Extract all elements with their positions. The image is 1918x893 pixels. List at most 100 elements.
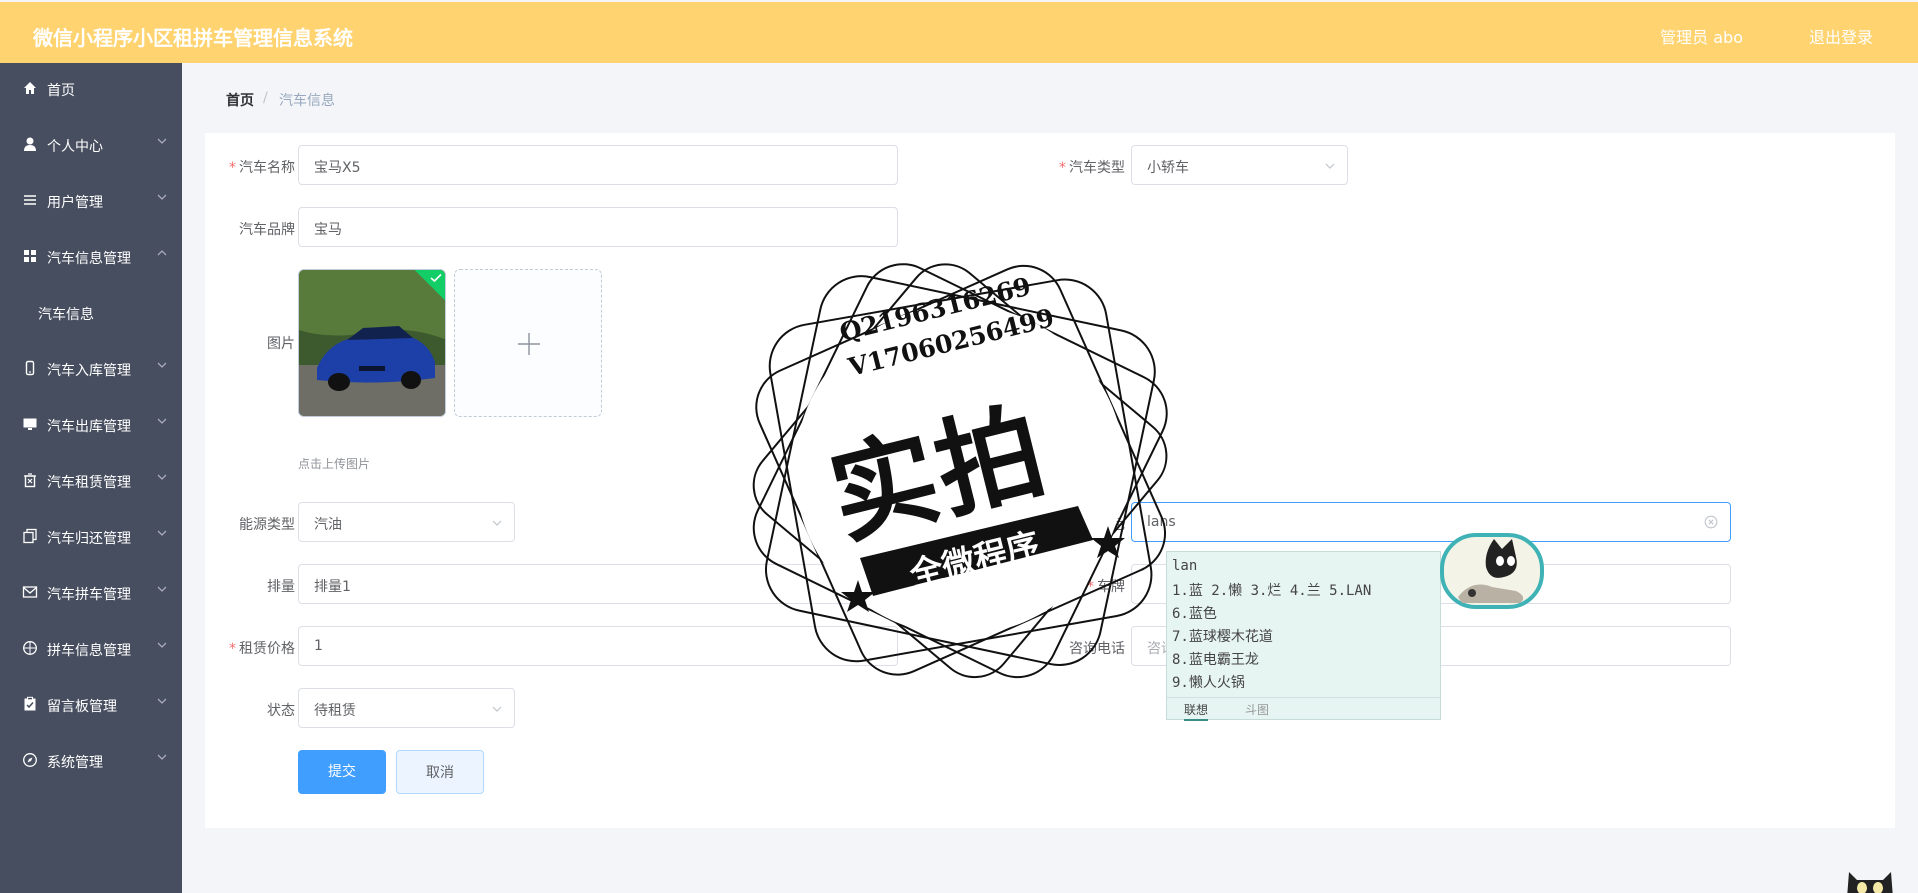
status-select[interactable]: 待租赁 [298, 688, 515, 728]
sidebar-item-label: 拼车信息管理 [47, 643, 131, 659]
sidebar-item-home[interactable]: 首页 [0, 67, 182, 111]
ime-candidate[interactable]: 7.蓝球樱木花道 [1172, 626, 1273, 646]
car-name-input[interactable]: 宝马X5 [298, 145, 898, 185]
sidebar-item-label: 首页 [47, 83, 75, 99]
status-label: 状态 [267, 703, 295, 719]
grid-icon [24, 250, 36, 262]
cat-mascot-icon [1847, 872, 1893, 893]
sidebar-item-car-info[interactable]: 汽车信息 [0, 291, 182, 335]
clear-icon[interactable] [1704, 515, 1718, 529]
submit-button[interactable]: 提交 [298, 750, 386, 794]
displacement-label: 排量 [267, 579, 295, 595]
energy-label: 能源类型 [239, 517, 295, 533]
ime-tabs: 联想 斗图 [1167, 697, 1440, 721]
sidebar-item-label: 汽车出库管理 [47, 419, 131, 435]
sidebar-item-system[interactable]: 系统管理 [0, 739, 182, 783]
sidebar-item-carpool[interactable]: 汽车拼车管理 [0, 571, 182, 615]
chevron-down-icon [157, 530, 167, 536]
sidebar-item-stock-out[interactable]: 汽车出库管理 [0, 403, 182, 447]
chevron-down-icon [157, 642, 167, 648]
ime-mascot-badge [1440, 533, 1544, 609]
energy-value: 汽油 [314, 517, 342, 533]
copy-icon [23, 528, 37, 544]
ime-candidate[interactable]: 6.蓝色 [1172, 603, 1217, 623]
chevron-down-icon [492, 520, 502, 526]
sidebar-item-label: 汽车信息管理 [47, 251, 131, 267]
app-title: 微信小程序小区租拼车管理信息系统 [33, 26, 353, 50]
car-type-select[interactable]: 小轿车 [1131, 145, 1348, 185]
sidebar-item-label: 个人中心 [47, 139, 103, 155]
brand-input[interactable]: 宝马 [298, 207, 898, 247]
list-icon [24, 195, 36, 205]
chevron-down-icon [157, 754, 167, 760]
globe-icon [23, 641, 37, 655]
sidebar-item-label: 汽车归还管理 [47, 531, 131, 547]
message-icon [22, 586, 38, 598]
sidebar-item-label: 汽车租赁管理 [47, 475, 131, 491]
sidebar-item-label: 汽车信息 [38, 307, 94, 323]
ime-tab-suggest[interactable]: 联想 [1184, 701, 1209, 721]
cat-mascot-icon [1458, 539, 1524, 603]
home-icon [24, 82, 36, 94]
chevron-down-icon [157, 418, 167, 424]
brand-label: 汽车品牌 [239, 222, 295, 238]
sidebar-item-label: 汽车入库管理 [47, 363, 131, 379]
compass-icon [23, 753, 37, 767]
watermark-stamp: Q2196316269 V17060256499 实拍 全微程序 [748, 258, 1173, 683]
ime-tab-sticker[interactable]: 斗图 [1245, 701, 1269, 718]
breadcrumb: 首页 / 汽车信息 [205, 80, 1895, 132]
corner-mascot [1843, 868, 1898, 893]
cancel-button[interactable]: 取消 [396, 750, 484, 794]
ime-candidate-window: lan 1.蓝 2.懒 3.烂 4.兰 5.LAN 6.蓝色 7.蓝球樱木花道 … [1166, 551, 1441, 721]
sidebar-item-profile[interactable]: 个人中心 [0, 123, 182, 167]
sidebar-item-label: 系统管理 [47, 755, 103, 771]
chevron-down-icon [1325, 163, 1335, 169]
plus-icon [518, 333, 540, 355]
chevron-down-icon [157, 362, 167, 368]
breadcrumb-current: 汽车信息 [279, 93, 335, 109]
chevron-down-icon [157, 586, 167, 592]
sidebar-item-label: 用户管理 [47, 195, 103, 211]
image-upload-button[interactable] [454, 269, 602, 417]
sidebar-item-car-info-mgmt[interactable]: 汽车信息管理 [0, 235, 182, 279]
sidebar-item-label: 汽车拼车管理 [47, 587, 131, 603]
energy-select[interactable]: 汽油 [298, 502, 515, 542]
car-name-label: * 汽车名称 [229, 160, 295, 176]
ime-candidate[interactable]: 9.懒人火锅 [1172, 672, 1245, 692]
chevron-up-icon [157, 250, 167, 256]
user-icon [24, 137, 36, 151]
chevron-down-icon [492, 706, 502, 712]
ime-candidates-line[interactable]: 1.蓝 2.懒 3.烂 4.兰 5.LAN [1172, 580, 1371, 600]
price-label: * 租赁价格 [229, 641, 295, 657]
image-label: 图片 [267, 336, 295, 352]
sidebar-item-messages[interactable]: 留言板管理 [0, 683, 182, 727]
breadcrumb-separator: / [263, 90, 268, 106]
monitor-icon [23, 418, 37, 430]
chevron-down-icon [157, 138, 167, 144]
admin-name: 管理员 abo [1660, 28, 1743, 47]
color-input[interactable]: lans [1131, 502, 1731, 542]
chevron-down-icon [157, 698, 167, 704]
sidebar-item-users[interactable]: 用户管理 [0, 179, 182, 223]
sidebar-item-stock-in[interactable]: 汽车入库管理 [0, 347, 182, 391]
ime-candidate[interactable]: 8.蓝电霸王龙 [1172, 649, 1259, 669]
check-icon [430, 273, 442, 283]
delete-icon [24, 473, 36, 488]
car-photo [299, 270, 445, 416]
car-image-thumbnail[interactable] [298, 269, 446, 417]
car-type-label: * 汽车类型 [1059, 160, 1125, 176]
sidebar: 首页 个人中心 用户管理 汽车信息管理 汽车信息 汽车入库管理 汽车出库管理 汽… [0, 63, 182, 893]
upload-hint: 点击上传图片 [298, 457, 371, 471]
chevron-down-icon [157, 194, 167, 200]
clipboard-icon [24, 696, 36, 711]
sidebar-item-carpool-info[interactable]: 拼车信息管理 [0, 627, 182, 671]
sidebar-item-return[interactable]: 汽车归还管理 [0, 515, 182, 559]
logout-link[interactable]: 退出登录 [1809, 24, 1873, 48]
breadcrumb-home[interactable]: 首页 [226, 90, 254, 110]
ime-composition: lan [1172, 558, 1198, 574]
chevron-down-icon [157, 474, 167, 480]
sidebar-item-rental[interactable]: 汽车租赁管理 [0, 459, 182, 503]
sidebar-item-label: 留言板管理 [47, 699, 117, 715]
status-value: 待租赁 [314, 703, 356, 719]
top-header: 微信小程序小区租拼车管理信息系统 管理员 abo 退出登录 [0, 0, 1918, 63]
